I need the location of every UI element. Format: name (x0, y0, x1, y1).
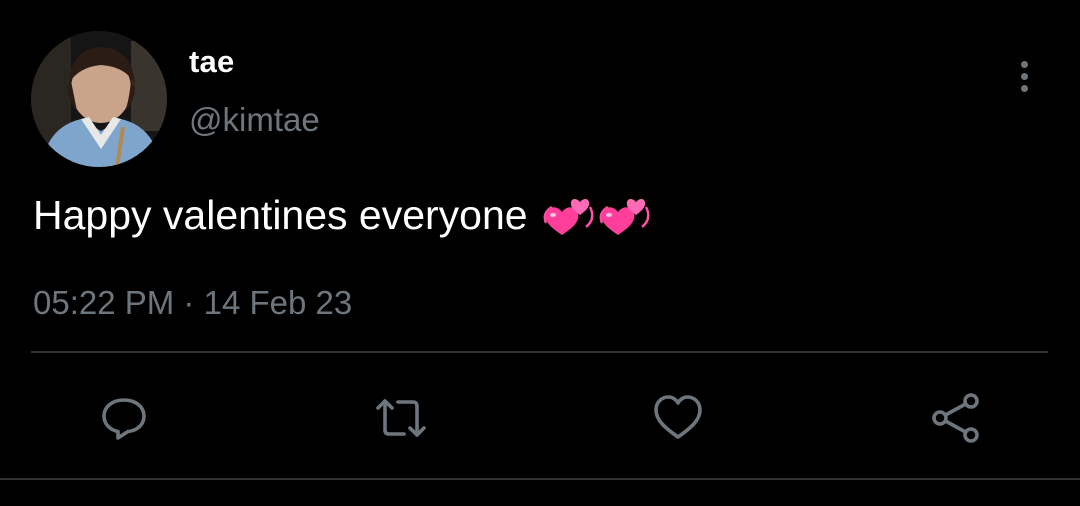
timestamp-separator: · (183, 284, 195, 321)
retweet-button[interactable] (373, 390, 429, 446)
revolving-hearts-icon (543, 198, 594, 235)
more-dot-icon (1020, 60, 1028, 68)
avatar-photo (31, 31, 167, 167)
tweet-time: 05:22 PM (33, 284, 175, 321)
comment-icon (102, 398, 146, 440)
divider (31, 351, 1048, 353)
revolving-hearts-icon (599, 198, 650, 235)
display-name[interactable]: tae (189, 44, 234, 80)
retweet-icon (376, 399, 426, 437)
tweet-detail: tae @kimtae Happy valentines everyone 05… (0, 0, 1080, 506)
reply-button[interactable] (96, 390, 152, 446)
avatar[interactable] (31, 31, 167, 167)
like-button[interactable] (650, 390, 706, 446)
tweet-date: 14 Feb 23 (203, 284, 353, 321)
more-dot-icon (1020, 72, 1028, 80)
heart-icon (654, 395, 702, 439)
share-icon (932, 393, 979, 443)
tweet-text-content: Happy valentines everyone (33, 192, 528, 238)
tweet-timestamp[interactable]: 05:22 PM · 14 Feb 23 (33, 284, 352, 322)
tweet-text: Happy valentines everyone (33, 192, 652, 239)
bottom-divider (0, 478, 1080, 480)
more-options-button[interactable] (1004, 54, 1044, 98)
emoji-group (540, 193, 652, 239)
share-button[interactable] (928, 390, 984, 446)
user-handle[interactable]: @kimtae (189, 101, 320, 139)
more-dot-icon (1020, 84, 1028, 92)
